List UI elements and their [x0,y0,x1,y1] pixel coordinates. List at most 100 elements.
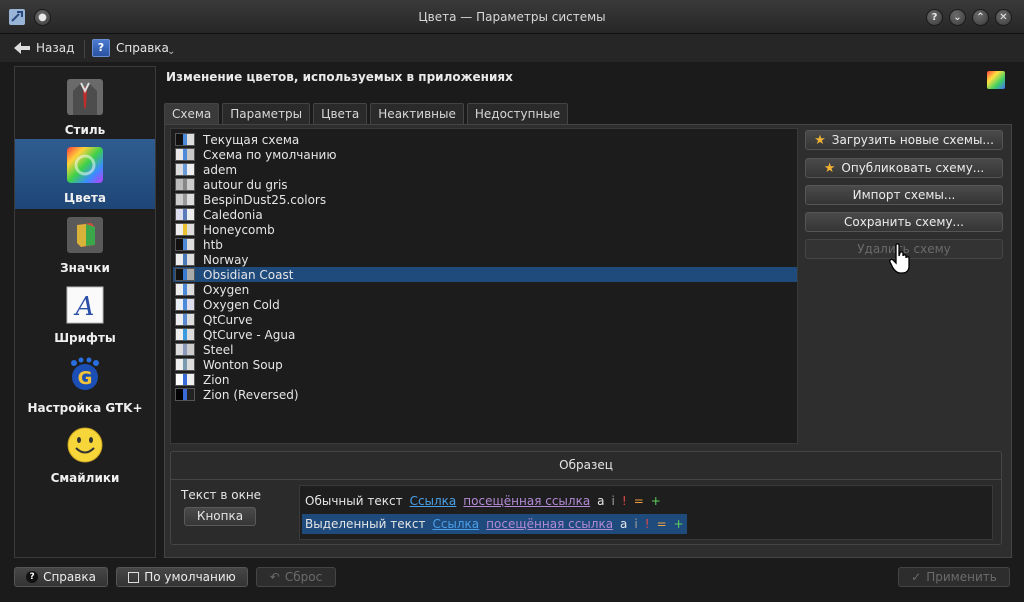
list-item[interactable]: adem [173,162,797,177]
negative-sample: ! [644,517,650,531]
tab-colors[interactable]: Цвета [313,103,368,124]
list-item[interactable]: Norway [173,252,797,267]
sidebar-item-colors[interactable]: Цвета [15,139,155,209]
tab-options[interactable]: Параметры [222,103,311,124]
get-new-schemes-button[interactable]: ★ Загрузить новые схемы... [805,130,1003,150]
neutral-sample: = [633,494,644,508]
defaults-icon [128,571,140,583]
scheme-preview-icon [175,328,195,341]
list-item[interactable]: Oxygen [173,282,797,297]
page-title: Изменение цветов, используемых в приложе… [166,70,513,84]
active-sample: a [620,517,628,531]
toolbar: Назад ? Справка ⌄ [0,34,1024,62]
help-button[interactable]: ? Справка [14,567,108,587]
positive-sample: + [650,494,661,508]
star-icon: ★ [823,161,836,176]
svg-text:G: G [78,368,93,389]
maximize-button[interactable]: ⌃ [972,9,989,26]
list-item[interactable]: Текущая схема [173,132,797,147]
list-item[interactable]: Honeycomb [173,222,797,237]
scheme-preview-icon [175,133,195,146]
list-item[interactable]: Caledonia [173,207,797,222]
scheme-preview-icon [175,298,195,311]
window-title: Цвета — Параметры системы [418,10,606,24]
tab-bar: Схема Параметры Цвета Неактивные Недосту… [164,103,571,125]
sidebar-item-icons[interactable]: Значки [15,209,155,279]
normal-text-line: Обычный текст Ссылка посещённая ссылка a… [302,491,664,511]
list-item[interactable]: Steel [173,342,797,357]
list-item[interactable]: Wonton Soup [173,357,797,372]
help-icon: ? [92,39,110,57]
import-scheme-button[interactable]: Импорт схемы... [805,185,1003,205]
scheme-preview-icon [175,253,195,266]
list-item-selected[interactable]: Obsidian Coast [173,267,797,282]
publish-scheme-button[interactable]: ★ Опубликовать схему... [805,158,1003,178]
sidebar-item-gtk[interactable]: G Настройка GTK+ [15,349,155,419]
list-item[interactable]: BespinDust25.colors [173,192,797,207]
help-icon: ? [26,571,39,583]
help-question-button[interactable]: ? [926,9,943,26]
sidebar-item-label: Стиль [64,123,106,137]
inactive-sample: i [611,494,615,508]
scheme-list[interactable]: Текущая схема Схема по умолчанию adem au… [170,128,798,444]
sidebar-item-style[interactable]: Стиль [15,71,155,141]
checkmark-icon: ✓ [911,570,922,584]
suit-icon [67,79,103,115]
scheme-preview-icon [175,373,195,386]
apply-button[interactable]: ✓ Применить [898,567,1010,587]
negative-sample: ! [621,494,627,508]
list-item[interactable]: Zion [173,372,797,387]
chevron-down-icon[interactable]: ⌄ [167,46,175,57]
sidebar-item-label: Значки [60,261,110,275]
sidebar-item-label: Шрифты [54,331,116,345]
scheme-preview-icon [175,193,195,206]
gtk-icon: G [71,357,99,390]
scheme-preview-icon [175,223,195,236]
smiley-icon [67,427,103,463]
link-sample[interactable]: Ссылка [432,517,479,531]
inactive-sample: i [634,517,638,531]
sidebar: Стиль Цвета Значки A Шрифты G Настройка … [14,66,156,558]
scheme-preview-icon [175,388,195,401]
sidebar-item-emoticons[interactable]: Смайлики [15,419,155,489]
selected-text-line: Выделенный текст Ссылка посещённая ссылк… [302,514,687,534]
sidebar-item-label: Смайлики [50,471,120,485]
undo-icon: ↶ [269,570,280,584]
sidebar-item-fonts[interactable]: A Шрифты [15,279,155,349]
scheme-preview-icon [175,313,195,326]
selected-text: Выделенный текст [305,517,426,531]
visited-link-sample[interactable]: посещённая ссылка [486,517,613,531]
help-menu-button[interactable]: ? Справка [92,37,169,59]
list-item[interactable]: QtCurve - Agua [173,327,797,342]
minimize-button[interactable]: ⌄ [949,9,966,26]
star-icon: ★ [814,133,826,148]
color-wheel-icon [67,147,103,183]
list-item[interactable]: Схема по умолчанию [173,147,797,162]
list-item[interactable]: autour du gris [173,177,797,192]
tab-scheme[interactable]: Схема [164,103,220,125]
sample-group: Образец Текст в окне Кнопка Обычный текс… [170,451,1002,545]
neutral-sample: = [656,517,667,531]
defaults-button[interactable]: По умолчанию [116,567,248,587]
save-scheme-button[interactable]: Сохранить схему... [805,212,1003,232]
sidebar-item-label: Настройка GTK+ [27,401,143,415]
scheme-preview-icon [175,358,195,371]
list-item[interactable]: QtCurve [173,312,797,327]
scheme-preview-icon [175,238,195,251]
reset-button[interactable]: ↶ Сброс [256,567,336,587]
link-sample[interactable]: Ссылка [410,494,457,508]
visited-link-sample[interactable]: посещённая ссылка [463,494,590,508]
scheme-preview-icon [175,178,195,191]
back-button[interactable]: Назад [14,38,74,58]
tab-inactive[interactable]: Неактивные [370,103,464,124]
sample-title: Образец [559,458,613,472]
icons-icon [67,217,103,253]
list-item[interactable]: Oxygen Cold [173,297,797,312]
window-titlebar: ● Цвета — Параметры системы ? ⌄ ⌃ ✕ [0,0,1024,34]
tab-disabled[interactable]: Недоступные [466,103,569,124]
mouse-cursor-icon [889,243,910,274]
sample-button[interactable]: Кнопка [184,507,256,526]
list-item[interactable]: Zion (Reversed) [173,387,797,402]
list-item[interactable]: htb [173,237,797,252]
close-button[interactable]: ✕ [995,9,1012,26]
